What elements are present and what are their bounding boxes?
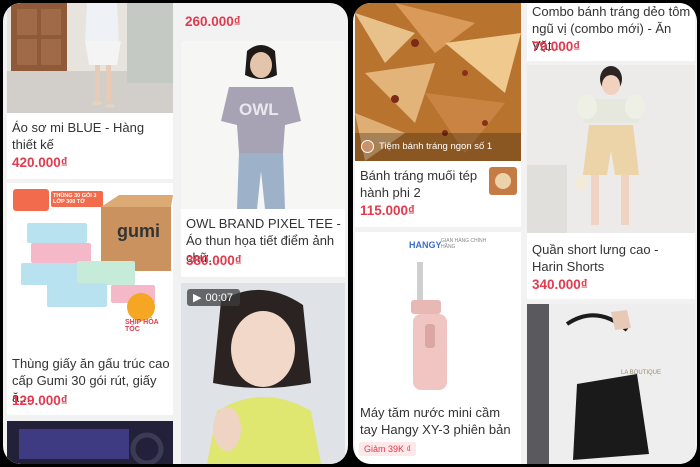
- video-duration: 00:07: [205, 291, 233, 304]
- product-image-bag[interactable]: [527, 304, 695, 464]
- product-price: 380.000₫: [186, 253, 242, 268]
- product-price: 129.000₫: [12, 393, 68, 408]
- right-feed-panel[interactable]: Tiệm bánh tráng ngon số 1 Bánh tráng muố…: [353, 3, 697, 464]
- hangy-brand: HANGY: [409, 240, 442, 250]
- product-title: Bánh tráng muối tép hành phi 2: [360, 168, 478, 200]
- product-card-combo[interactable]: Combo bánh tráng dẻo tôm ngũ vị (combo m…: [527, 3, 695, 61]
- product-price: 420.000₫: [12, 155, 68, 170]
- product-title: Áo sơ mi BLUE - Hàng thiết kế: [12, 120, 145, 152]
- product-price-partial: 260.000₫: [185, 14, 241, 29]
- product-image-blue-shirt[interactable]: [7, 3, 173, 113]
- product-image-owl-tee[interactable]: OWL: [181, 41, 345, 209]
- shop-row[interactable]: Tiệm bánh tráng ngon số 1: [361, 140, 492, 153]
- product-price: 115.000₫: [360, 203, 415, 218]
- product-image-gumi-tissue[interactable]: THÙNG 30 GÓI 3 LỚP 300 TỜ gumi SHIP HỎA …: [7, 183, 173, 349]
- video-card[interactable]: ▶ 00:07: [181, 283, 345, 464]
- discount-badge: Giảm 39K ₫: [359, 442, 417, 456]
- product-price: 340.000₫: [532, 277, 588, 292]
- product-card-hangy[interactable]: HANGY GIAN HÀNG CHÍNH HÃNG Máy tăm nước …: [355, 232, 521, 464]
- tee-print-text: OWL: [239, 100, 279, 119]
- product-image-harin-shorts[interactable]: [527, 65, 695, 233]
- product-card-partial[interactable]: [7, 421, 173, 464]
- play-icon: ▶: [193, 292, 202, 304]
- product-card-harin-shorts[interactable]: Quần short lưng cao - Harin Shorts 340.0…: [527, 65, 695, 299]
- bag-brand-text: LA BOUTIQUE: [621, 370, 662, 376]
- product-image-hangy[interactable]: HANGY GIAN HÀNG CHÍNH HÃNG: [355, 232, 521, 398]
- brand-tag: GIAN HÀNG CHÍNH HÃNG: [441, 238, 487, 250]
- product-card-bag[interactable]: LA BOUTIQUE: [527, 304, 695, 464]
- product-title: Quần short lưng cao - Harin Shorts: [532, 242, 659, 274]
- video-thumbnail[interactable]: [181, 283, 345, 464]
- product-thumbnail[interactable]: [489, 167, 517, 195]
- product-image-banh-trang[interactable]: Tiệm bánh tráng ngon số 1: [355, 3, 521, 161]
- shop-avatar: [361, 140, 374, 153]
- product-card-gumi-tissue[interactable]: THÙNG 30 GÓI 3 LỚP 300 TỜ gumi SHIP HỎA …: [7, 183, 173, 415]
- left-feed-panel[interactable]: Áo sơ mi BLUE - Hàng thiết kế 420.000₫ 2…: [3, 3, 348, 464]
- product-card-owl-tee[interactable]: OWL OWL BRAND PIXEL TEE - Áo thun họa ti…: [181, 41, 345, 277]
- video-duration-badge: ▶ 00:07: [187, 289, 240, 306]
- product-card-blue-shirt[interactable]: Áo sơ mi BLUE - Hàng thiết kế 420.000₫: [7, 3, 173, 179]
- product-card-banh-trang[interactable]: Tiệm bánh tráng ngon số 1 Bánh tráng muố…: [355, 3, 521, 227]
- shipping-tag: SHIP HỎA TỐC: [125, 319, 159, 333]
- gumi-brand-text: gumi: [117, 221, 160, 241]
- product-price: 79.000₫: [532, 39, 581, 54]
- tissue-badge-text: THÙNG 30 GÓI 3 LỚP 300 TỜ: [53, 193, 97, 205]
- shop-name: Tiệm bánh tráng ngon số 1: [379, 141, 493, 152]
